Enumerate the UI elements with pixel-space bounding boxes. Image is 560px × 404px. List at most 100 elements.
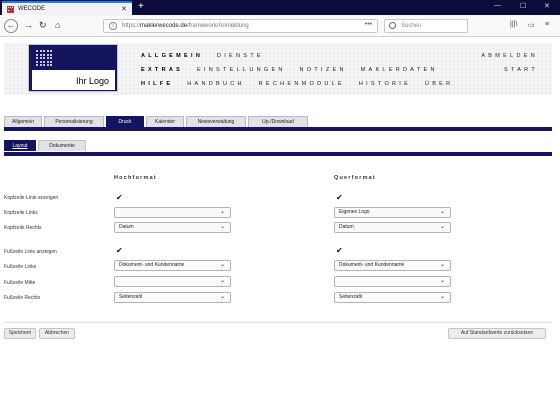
- label-kopfzeile-rechts: Kopfzeile Rechts: [4, 225, 42, 231]
- checkbox-fusszeile-linie-hoch[interactable]: ✔: [116, 247, 124, 255]
- menu-item-einstellungen[interactable]: EINSTELLUNGEN: [197, 67, 286, 73]
- select-kopfzeile-rechts-quer[interactable]: Datum ⌄: [334, 222, 451, 233]
- menu-row-extras: EXTRAS EINSTELLUNGEN NOTIZEN MAKLERDATEN: [141, 67, 447, 73]
- logo[interactable]: Ihr Logo: [28, 44, 118, 92]
- page-actions-icon[interactable]: •••: [365, 21, 372, 28]
- tab-divider: [4, 127, 552, 131]
- select-fusszeile-rechts-hoch[interactable]: Seitenzahl ⌄: [114, 292, 231, 303]
- menu-item-handbuch[interactable]: HANDBUCH: [187, 81, 245, 87]
- library-icon[interactable]: |||\: [510, 21, 517, 28]
- tab-personalisierung[interactable]: Personalisierung: [44, 116, 104, 127]
- url-text: https://maklerwecode.de/framework/Anmeld…: [122, 23, 249, 29]
- menu-row-allgemein: ALLGEMEIN DIENSTE: [141, 53, 273, 59]
- maximize-icon[interactable]: ☐: [520, 2, 526, 10]
- back-arrow-icon[interactable]: ←: [4, 19, 18, 33]
- chevron-down-icon: ⌄: [219, 224, 225, 230]
- home-icon[interactable]: ⌂: [55, 19, 60, 32]
- label-fusszeile-mitte: Fußzeile Mitte: [4, 280, 36, 286]
- menu-item-dienste[interactable]: DIENSTE: [217, 53, 264, 59]
- app-header: Ihr Logo ALLGEMEIN DIENSTE ABMELDEN EXTR…: [4, 43, 552, 95]
- chevron-down-icon: ⌄: [219, 294, 225, 300]
- column-header-hochformat: Hochformat: [114, 175, 157, 181]
- select-value: Eigenes Logo: [339, 209, 370, 215]
- checkbox-kopfzeile-linie-quer[interactable]: ✔: [336, 194, 344, 202]
- search-input[interactable]: Suchen: [384, 19, 468, 33]
- logo-plate: Ihr Logo: [32, 70, 115, 90]
- tab-newsverwaltung[interactable]: Newsverwaltung: [186, 116, 246, 127]
- menu-item-ueber[interactable]: ÜBER: [425, 81, 453, 87]
- menu-row-hilfe: HILFE HANDBUCH RECHENMODULE HISTORIE ÜBE…: [141, 81, 462, 87]
- label-kopfzeile-links: Kopfzeile Links: [4, 210, 38, 216]
- chevron-down-icon: ⌄: [439, 209, 445, 215]
- subtab-divider: [4, 152, 552, 156]
- start-link[interactable]: START: [504, 67, 538, 73]
- menu-title-allgemein: ALLGEMEIN: [141, 53, 204, 59]
- select-value: Seitenzahl: [119, 294, 143, 300]
- tab-title: WECODE: [18, 6, 45, 12]
- menu-title-hilfe: HILFE: [141, 81, 174, 87]
- subtab-dokumente[interactable]: Dokumente: [38, 140, 86, 151]
- address-bar[interactable]: i https://maklerwecode.de/framework/Anme…: [103, 19, 378, 33]
- select-value: Seitenzahl: [339, 294, 363, 300]
- tab-allgemein[interactable]: Allgemein: [4, 116, 42, 127]
- close-window-icon[interactable]: ✕: [544, 2, 550, 10]
- chevron-down-icon: ⌄: [219, 262, 225, 268]
- menu-item-maklerdaten[interactable]: MAKLERDATEN: [361, 67, 438, 73]
- menu-item-historie[interactable]: HISTORIE: [359, 81, 411, 87]
- sub-tabs: Layout Dokumente: [4, 140, 86, 151]
- select-value: Dokument- und Kundenname: [339, 262, 405, 268]
- label-fusszeile-links: Fußzeile Links: [4, 264, 37, 270]
- subtab-layout[interactable]: Layout: [4, 140, 36, 151]
- cancel-button[interactable]: Abbrechen: [39, 328, 75, 339]
- tab-up-download[interactable]: Up-/Download: [248, 116, 308, 127]
- select-kopfzeile-links-quer[interactable]: Eigenes Logo ⌄: [334, 207, 451, 218]
- chevron-down-icon: ⌄: [439, 278, 445, 284]
- label-fusszeile-linie: Fußzeile Linie anzeigen: [4, 249, 57, 255]
- select-fusszeile-mitte-quer[interactable]: ⌄: [334, 276, 451, 287]
- label-fusszeile-rechts: Fußzeile Rechts: [4, 295, 41, 301]
- new-tab-button[interactable]: +: [138, 1, 144, 13]
- main-tabs: Allgemein Personalisierung Druck Kalende…: [4, 116, 308, 127]
- footer-divider: [4, 322, 552, 323]
- chevron-down-icon: ⌄: [439, 262, 445, 268]
- select-fusszeile-links-quer[interactable]: Dokument- und Kundenname ⌄: [334, 260, 451, 271]
- minimize-icon[interactable]: —: [494, 2, 501, 9]
- checkbox-kopfzeile-linie-hoch[interactable]: ✔: [116, 194, 124, 202]
- search-icon: [389, 22, 396, 29]
- forward-arrow-icon[interactable]: →: [24, 19, 33, 32]
- column-header-querformat: Querformat: [334, 175, 376, 181]
- reload-icon[interactable]: ↻: [39, 19, 47, 32]
- checkbox-fusszeile-linie-quer[interactable]: ✔: [336, 247, 344, 255]
- browser-tabstrip: WECODE ✕ + — ☐ ✕: [0, 0, 560, 15]
- menu-item-notizen[interactable]: NOTIZEN: [300, 67, 347, 73]
- select-fusszeile-links-hoch[interactable]: Dokument- und Kundenname ⌄: [114, 260, 231, 271]
- browser-tab[interactable]: WECODE ✕: [2, 1, 132, 15]
- logo-dots-icon: [36, 50, 53, 67]
- select-fusszeile-rechts-quer[interactable]: Seitenzahl ⌄: [334, 292, 451, 303]
- close-tab-icon[interactable]: ✕: [121, 5, 127, 13]
- favicon-icon: [7, 5, 14, 13]
- chevron-down-icon: ⌄: [219, 278, 225, 284]
- select-value: Datum: [339, 224, 354, 230]
- info-icon[interactable]: i: [109, 22, 117, 30]
- menu-item-rechenmodule[interactable]: RECHENMODULE: [259, 81, 345, 87]
- select-value: Dokument- und Kundenname: [119, 262, 185, 268]
- menu-title-extras: EXTRAS: [141, 67, 184, 73]
- select-fusszeile-mitte-hoch[interactable]: ⌄: [114, 276, 231, 287]
- browser-toolbar: ← → ↻ ⌂ i https://maklerwecode.de/framew…: [0, 15, 560, 37]
- select-kopfzeile-rechts-hoch[interactable]: Datum ⌄: [114, 222, 231, 233]
- reset-defaults-button[interactable]: Auf Standardwerte zurücksetzen: [448, 328, 546, 339]
- chevron-down-icon: ⌄: [219, 209, 225, 215]
- tab-kalender[interactable]: Kalender: [146, 116, 184, 127]
- chevron-down-icon: ⌄: [439, 224, 445, 230]
- select-value: Datum: [119, 224, 134, 230]
- logout-link[interactable]: ABMELDEN: [481, 53, 538, 59]
- select-kopfzeile-links-hoch[interactable]: ⌄: [114, 207, 231, 218]
- save-button[interactable]: Speichern: [4, 328, 36, 339]
- logo-text: Ihr Logo: [75, 76, 109, 86]
- label-kopfzeile-linie: Kopfzeile Linie anzeigen: [4, 195, 59, 201]
- tab-druck[interactable]: Druck: [106, 116, 144, 127]
- sidebar-icon[interactable]: ▭: [528, 21, 535, 29]
- menu-icon[interactable]: ≡: [545, 21, 549, 28]
- chevron-down-icon: ⌄: [439, 294, 445, 300]
